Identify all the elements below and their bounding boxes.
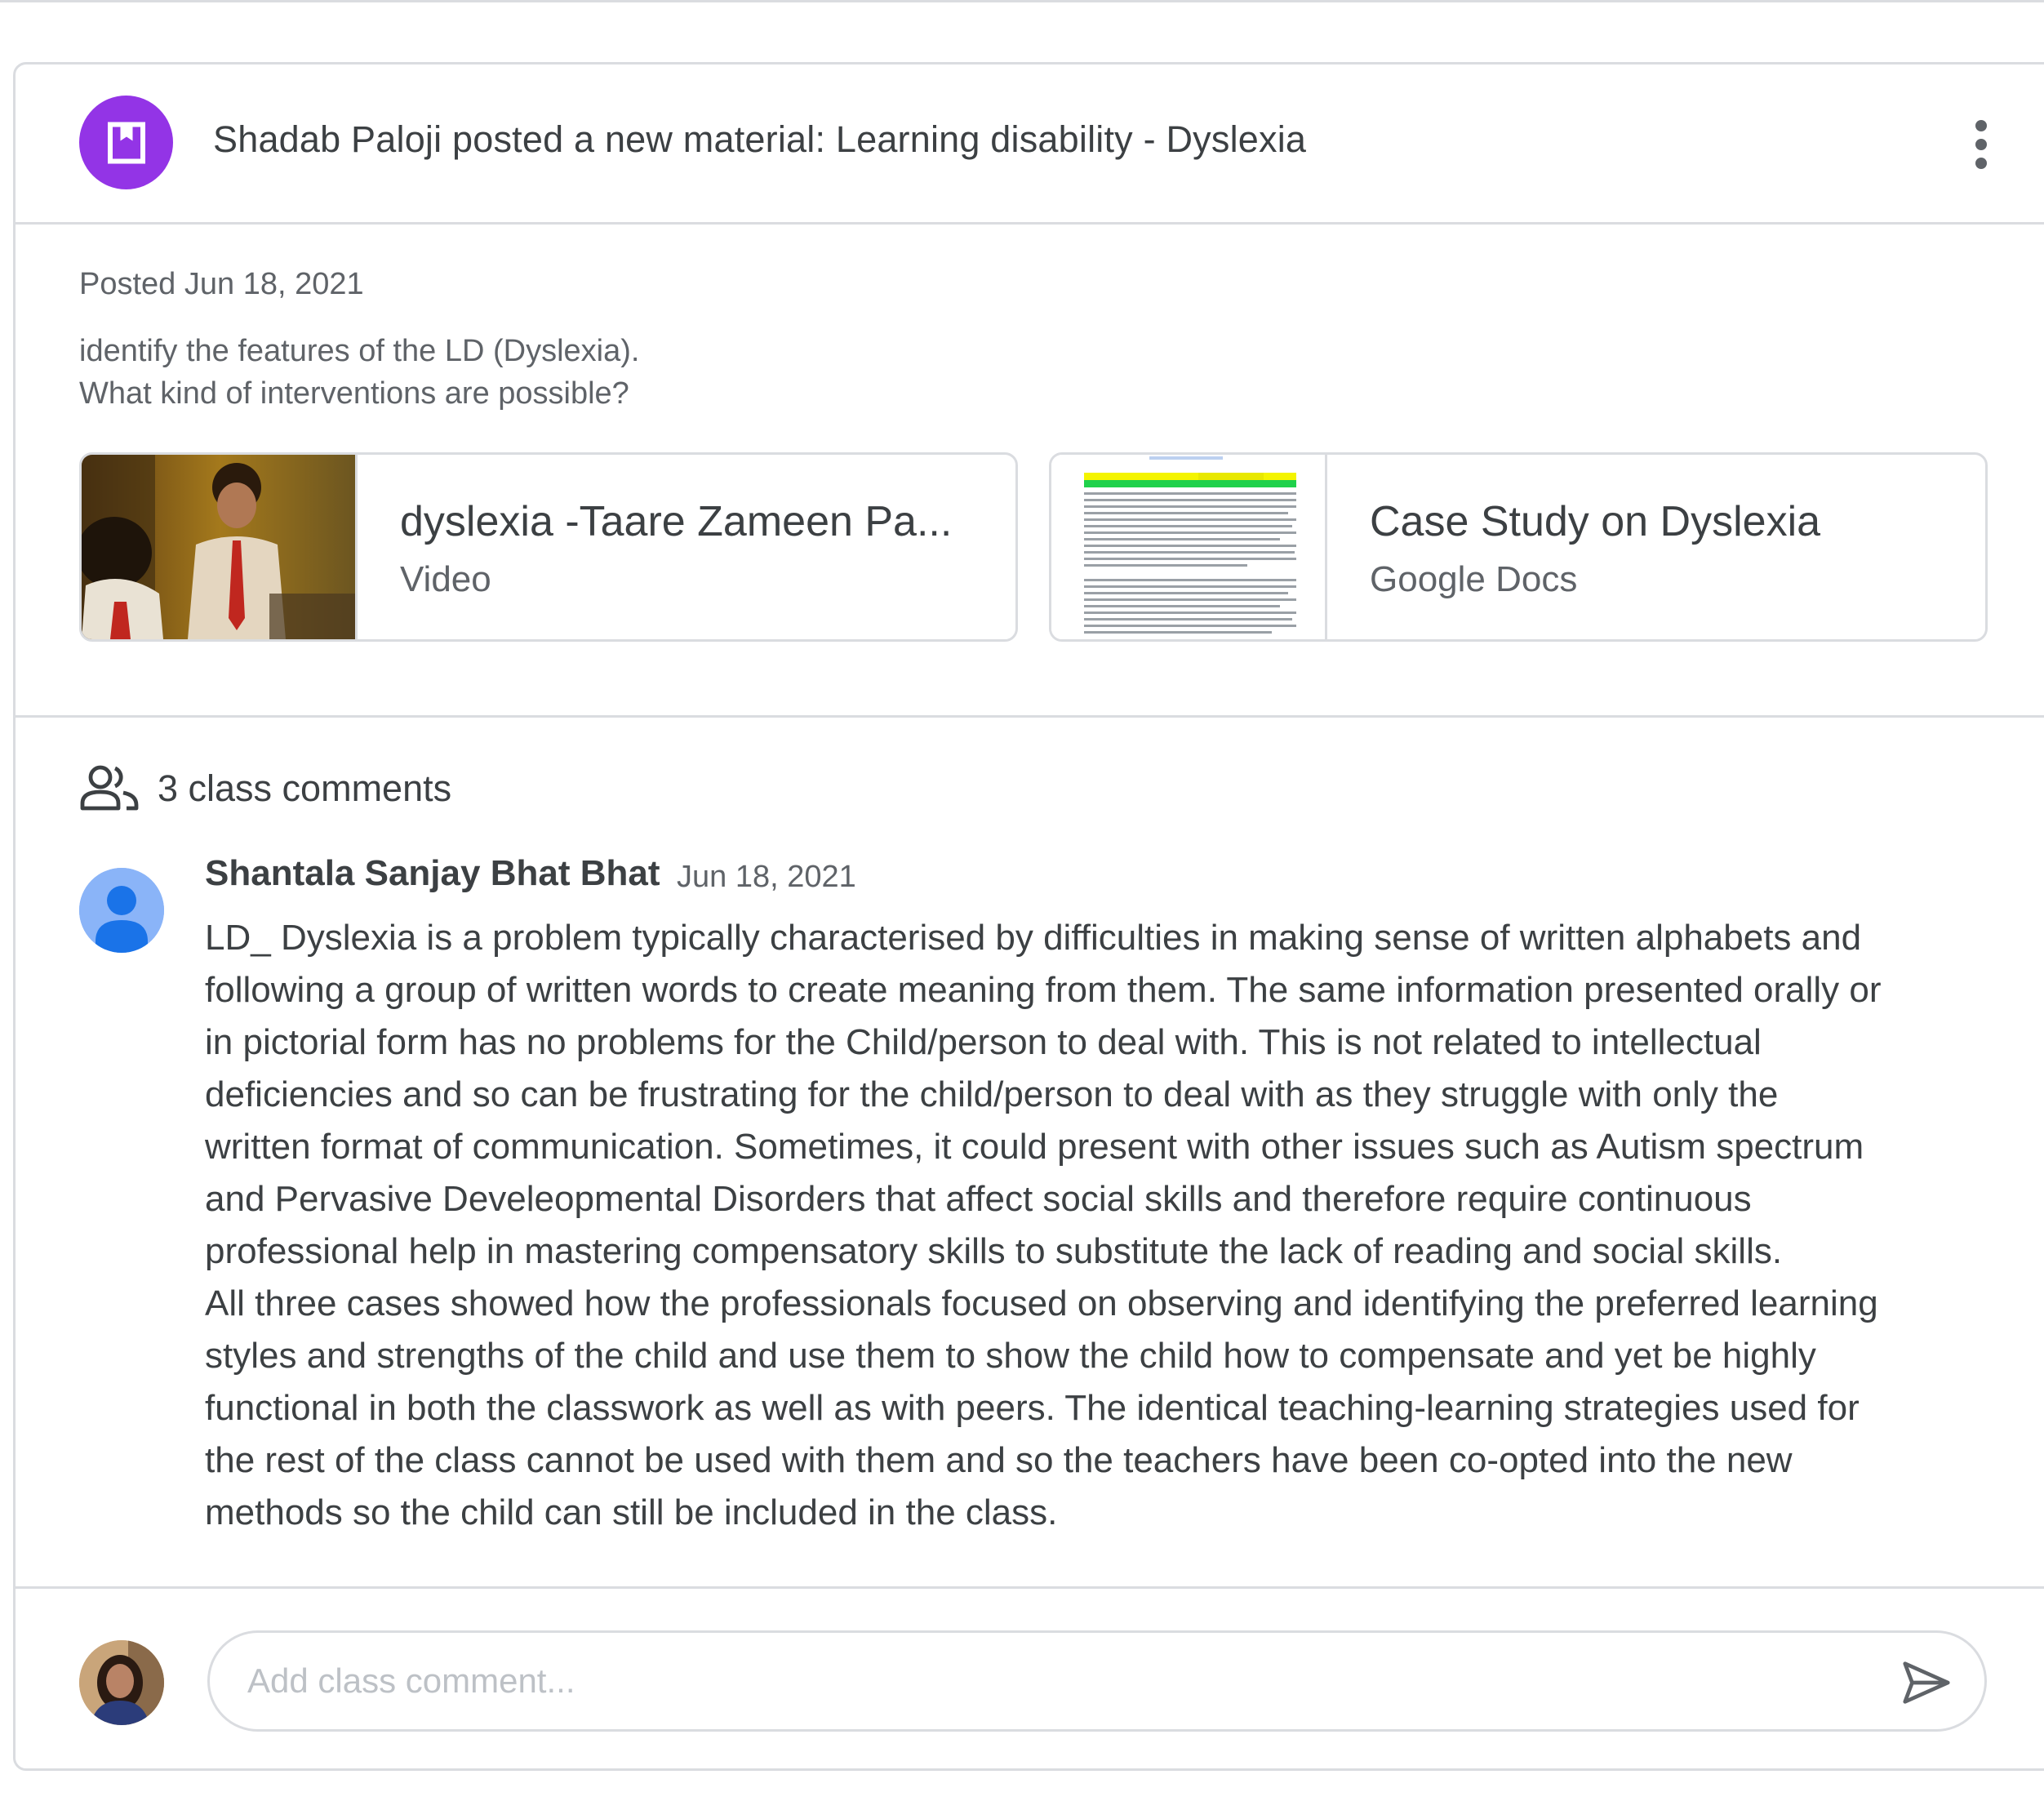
attachment-title[interactable]: dyslexia -Taare Zameen Pa...: [400, 497, 952, 546]
description-line: What kind of interventions are possible?: [79, 376, 629, 411]
attachment-type: Google Docs: [1370, 559, 1578, 599]
class-comments-toggle[interactable]: 3 class comments: [79, 760, 451, 817]
send-icon[interactable]: [1898, 1654, 1955, 1711]
posted-date: Posted Jun 18, 2021: [79, 267, 364, 301]
class-comments-count[interactable]: 3 class comments: [158, 767, 451, 810]
comment-line: and Pervasive Develeopmental Disorders t…: [205, 1179, 1752, 1219]
page-root: Shadab Paloji posted a new material: Lea…: [0, 0, 2044, 1819]
post-title[interactable]: Shadab Paloji posted a new material: Lea…: [213, 118, 1306, 161]
comment-line: All three cases showed how the professio…: [205, 1283, 1878, 1323]
attachment-google-doc[interactable]: Case Study on Dyslexia Google Docs: [1049, 452, 1988, 642]
post-description: identify the features of the LD (Dyslexi…: [79, 330, 639, 415]
comment-line: LD_ Dyslexia is a problem typically char…: [205, 918, 1862, 958]
comment-line: deficiencies and so can be frustrating f…: [205, 1074, 1779, 1114]
comment-author: Shantala Sanjay Bhat Bhat: [205, 853, 660, 893]
comment-line: written format of communication. Sometim…: [205, 1127, 1864, 1167]
material-bookmark-icon: [79, 96, 173, 189]
comment-line: in pictorial form has no problems for th…: [205, 1022, 1762, 1062]
comment-line: methods so the child can still be includ…: [205, 1492, 1058, 1532]
section-divider: [16, 1586, 2044, 1589]
avatar: [79, 868, 164, 953]
video-thumbnail: [82, 455, 358, 639]
document-thumbnail: [1051, 455, 1327, 639]
section-divider: [16, 715, 2044, 718]
comment-date: Jun 18, 2021: [677, 860, 856, 894]
attachment-video[interactable]: dyslexia -Taare Zameen Pa... Video: [79, 452, 1018, 642]
description-line: identify the features of the LD (Dyslexi…: [79, 334, 640, 368]
comment-line: following a group of written words to cr…: [205, 970, 1882, 1010]
people-icon: [79, 763, 140, 816]
more-vert-icon[interactable]: [1965, 112, 1997, 177]
attachment-title[interactable]: Case Study on Dyslexia: [1370, 497, 1820, 546]
comment-text: LD_ Dyslexia is a problem typically char…: [205, 912, 2009, 1539]
attachment-type: Video: [400, 559, 491, 599]
stream-post-card: Shadab Paloji posted a new material: Lea…: [13, 62, 2044, 1771]
current-user-avatar: [79, 1640, 164, 1725]
comment-compose-box[interactable]: [207, 1630, 1987, 1732]
top-divider: [0, 0, 2044, 2]
add-class-comment-input[interactable]: [247, 1652, 1798, 1710]
comment-line: professional help in mastering compensat…: [205, 1231, 1783, 1271]
comment-line: the rest of the class cannot be used wit…: [205, 1440, 1793, 1480]
comment-line: styles and strengths of the child and us…: [205, 1336, 1816, 1376]
comment-line: functional in both the classwork as well…: [205, 1388, 1860, 1428]
post-header[interactable]: Shadab Paloji posted a new material: Lea…: [16, 64, 2044, 225]
